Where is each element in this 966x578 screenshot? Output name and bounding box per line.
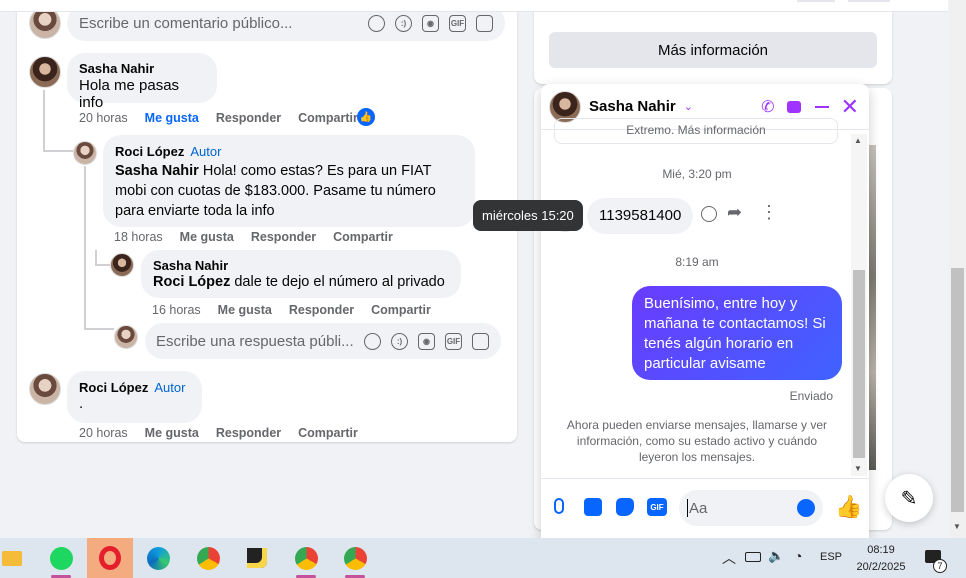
reply-button[interactable]: Responder xyxy=(216,111,281,125)
sticker-icon[interactable] xyxy=(616,498,634,516)
scroll-down-icon[interactable]: ▼ xyxy=(854,464,862,473)
camera-icon[interactable]: ◉ xyxy=(422,14,439,32)
mention-link[interactable]: Roci López xyxy=(153,274,230,290)
time-divider: 8:19 am xyxy=(675,255,719,269)
scroll-down-icon[interactable]: ▼ xyxy=(953,522,961,531)
message-input[interactable]: Aa xyxy=(679,490,823,526)
scrollbar-thumb[interactable] xyxy=(853,270,865,458)
camera-icon[interactable]: ◉ xyxy=(418,332,435,350)
thumbs-up-icon[interactable]: 👍 xyxy=(835,494,862,520)
reply-button[interactable]: Responder xyxy=(289,303,354,317)
reply-button[interactable]: Responder xyxy=(216,426,281,440)
opera-icon[interactable] xyxy=(87,538,133,578)
thread-line xyxy=(84,328,114,330)
sticker-icon[interactable] xyxy=(476,14,493,32)
share-button[interactable]: Compartir xyxy=(298,111,358,125)
emoji-icon[interactable]: :) xyxy=(391,332,408,350)
more-options-icon[interactable]: ⋮ xyxy=(760,202,778,223)
emoji-icon[interactable]: :) xyxy=(395,14,412,32)
emoji-react-icon[interactable] xyxy=(701,206,717,222)
share-button[interactable]: Compartir xyxy=(371,303,431,317)
reply-icon[interactable]: ➦ xyxy=(727,202,742,223)
avatar[interactable] xyxy=(29,373,61,405)
mention-link[interactable]: Sasha Nahir xyxy=(115,163,199,179)
gif-icon[interactable]: GIF xyxy=(445,332,462,350)
avatar-sticker-icon[interactable] xyxy=(368,14,385,32)
chat-window: Sasha Nahir ⌄ ✆ ✕ Extremo. Más informaci… xyxy=(541,84,869,538)
reply-button[interactable]: Responder xyxy=(251,230,316,244)
file-explorer-icon[interactable] xyxy=(0,543,24,573)
reply-bubble: Roci López Autor Sasha Nahir Hola! como e… xyxy=(103,135,475,227)
avatar-sticker-icon[interactable] xyxy=(364,332,381,350)
comment-bubble: Roci López Autor . xyxy=(67,371,202,423)
video-call-icon[interactable] xyxy=(786,100,801,113)
chrome-icon[interactable] xyxy=(193,543,223,573)
volume-muted-icon[interactable]: 🔈 xyxy=(768,548,784,564)
avatar[interactable] xyxy=(29,56,61,88)
wifi-icon[interactable]: ◔ xyxy=(794,548,802,564)
compose-icon: ✎ xyxy=(900,487,918,510)
sticker-icon[interactable] xyxy=(472,332,489,350)
battery-icon[interactable] xyxy=(745,552,761,562)
thread-line xyxy=(95,264,110,266)
privacy-notice: Ahora pueden enviarse mensajes, llamarse… xyxy=(566,418,828,464)
sent-status: Enviado xyxy=(789,389,833,403)
reply-actions: 16 horas Me gusta Responder Compartir xyxy=(152,303,431,317)
reply-input[interactable]: Escribe una respuesta públi... :) ◉ GIF xyxy=(145,323,501,359)
info-text-fragment xyxy=(555,0,595,8)
like-reaction-icon[interactable]: 👍 xyxy=(357,108,375,126)
like-button[interactable]: Me gusta xyxy=(180,230,234,244)
comment-bubble: Sasha Nahir Hola me pasas info xyxy=(67,53,217,111)
share-button[interactable]: Compartir xyxy=(333,230,393,244)
like-button[interactable]: Me gusta xyxy=(218,303,272,317)
contact-name[interactable]: Sasha Nahir xyxy=(589,98,676,115)
chrome-profile-icon[interactable] xyxy=(340,543,370,573)
reply-bubble: Sasha Nahir Roci López dale te dejo el n… xyxy=(141,250,461,298)
thread-line xyxy=(43,150,73,152)
like-button[interactable]: Me gusta xyxy=(145,111,199,125)
thread-line xyxy=(43,90,45,150)
avatar[interactable] xyxy=(114,325,138,349)
microphone-icon[interactable] xyxy=(554,498,564,514)
photo-icon[interactable] xyxy=(584,498,602,516)
date-divider: Mié, 3:20 pm xyxy=(662,167,732,181)
comment-actions: 20 horas Me gusta Responder Compartir xyxy=(79,111,358,125)
chevron-down-icon[interactable]: ⌄ xyxy=(684,100,693,113)
avatar[interactable] xyxy=(110,253,134,277)
language-indicator[interactable]: ESP xyxy=(820,551,842,563)
reply-actions: 18 horas Me gusta Responder Compartir xyxy=(114,230,393,244)
thread-line xyxy=(95,250,97,264)
like-button[interactable]: Me gusta xyxy=(145,426,199,440)
close-icon[interactable]: ✕ xyxy=(841,95,859,118)
gif-icon[interactable]: GIF xyxy=(449,14,466,32)
top-button[interactable] xyxy=(797,0,835,2)
emoji-icon[interactable] xyxy=(797,499,815,517)
sticky-notes-icon[interactable] xyxy=(242,543,272,573)
minimize-icon[interactable] xyxy=(814,105,829,108)
more-info-button[interactable]: Más información xyxy=(549,32,877,68)
thread-line xyxy=(84,166,86,328)
avatar[interactable] xyxy=(73,141,97,165)
share-button[interactable]: Compartir xyxy=(298,426,358,440)
new-message-button[interactable]: ✎ xyxy=(885,474,933,522)
gif-icon[interactable]: GIF xyxy=(647,498,667,516)
notification-count-badge: 7 xyxy=(933,559,947,573)
comment-actions: 20 horas Me gusta Responder Compartir xyxy=(79,426,358,440)
clock[interactable]: 08:19 20/2/2025 xyxy=(848,542,914,576)
scroll-up-icon[interactable]: ▲ xyxy=(854,136,862,145)
top-button[interactable] xyxy=(848,0,890,2)
outgoing-message[interactable]: Buenísimo, entre hoy y mañana te contact… xyxy=(632,286,842,380)
incoming-message[interactable]: 1139581400 xyxy=(587,198,694,234)
edge-icon[interactable] xyxy=(143,543,173,573)
cut-info-box: Extremo. Más información xyxy=(554,118,838,144)
chrome-profile-icon[interactable] xyxy=(291,543,321,573)
page-scrollbar-thumb[interactable] xyxy=(951,268,964,512)
phone-icon[interactable]: ✆ xyxy=(761,97,774,117)
spotify-icon[interactable] xyxy=(46,543,76,573)
chevron-up-icon[interactable]: ︿ xyxy=(722,548,736,568)
timestamp-tooltip: miércoles 15:20 xyxy=(473,200,583,231)
